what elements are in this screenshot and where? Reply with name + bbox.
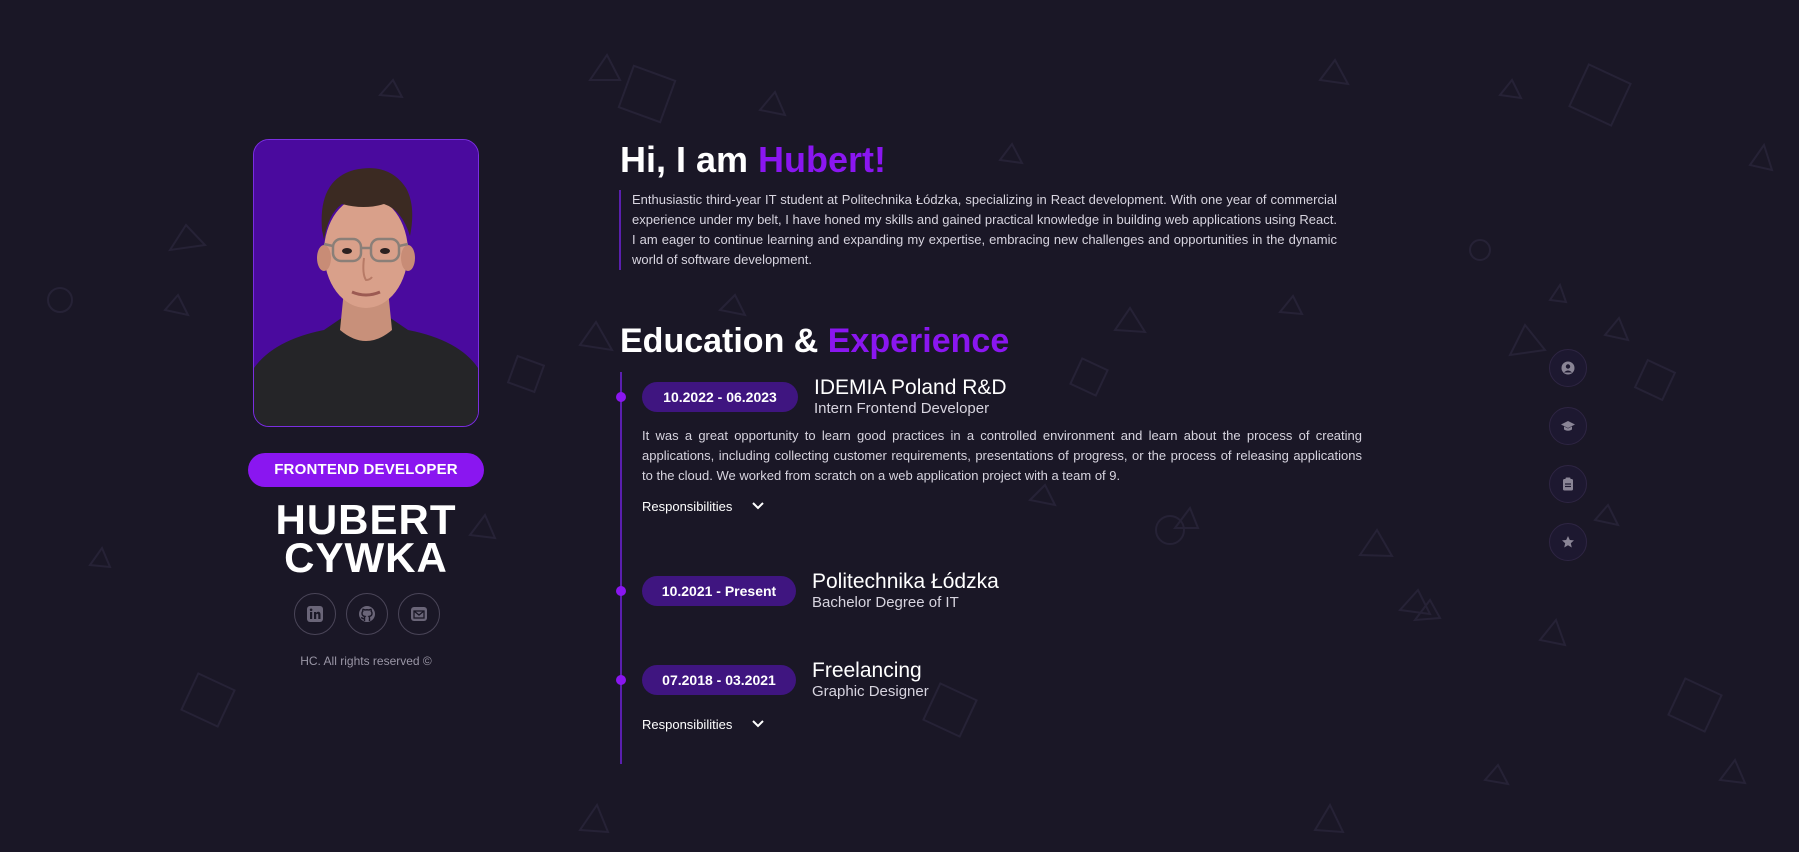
avatar — [254, 140, 478, 426]
chevron-down-icon — [752, 720, 765, 728]
nav-education-button[interactable] — [1549, 407, 1587, 445]
timeline-role: Bachelor Degree of IT — [812, 594, 959, 611]
profile-photo — [253, 139, 479, 427]
nav-about-button[interactable] — [1549, 349, 1587, 387]
timeline-org: Freelancing — [812, 659, 922, 682]
section-title: Education & Experience — [620, 319, 1009, 363]
timeline-dot — [616, 675, 626, 685]
hero-name: Hubert! — [758, 139, 887, 180]
github-button[interactable] — [346, 593, 388, 635]
role-badge: FRONTEND DEVELOPER — [248, 453, 484, 487]
section-title-start: Education & — [620, 322, 828, 360]
responsibilities-toggle[interactable]: Responsibilities — [642, 714, 765, 734]
linkedin-button[interactable] — [294, 593, 336, 635]
timeline-dot — [616, 586, 626, 596]
timeline-description: It was a great opportunity to learn good… — [642, 428, 1362, 483]
hero-title: Hi, I am Hubert! — [620, 138, 886, 182]
timeline-role: Graphic Designer — [812, 683, 929, 700]
timeline-role: Intern Frontend Developer — [814, 400, 990, 417]
star-icon — [1562, 536, 1574, 548]
hero-greeting: Hi, I am — [620, 139, 759, 180]
social-links — [246, 593, 486, 635]
responsibilities-toggle[interactable]: Responsibilities — [642, 496, 765, 516]
user-icon — [1561, 361, 1575, 375]
timeline-org: Politechnika Łódzka — [812, 570, 999, 593]
timeline-date: 10.2021 - Present — [642, 576, 796, 606]
about-text: Enthusiastic third-year IT student at Po… — [619, 190, 1337, 270]
clipboard-icon — [1563, 477, 1573, 491]
mail-icon — [411, 607, 427, 621]
graduation-cap-icon — [1561, 421, 1575, 431]
nav-skills-button[interactable] — [1549, 523, 1587, 561]
email-button[interactable] — [398, 593, 440, 635]
responsibilities-label: Responsibilities — [642, 716, 733, 732]
last-name: CYWKA — [284, 534, 448, 581]
nav-projects-button[interactable] — [1549, 465, 1587, 503]
timeline-line — [620, 372, 622, 764]
github-icon — [359, 606, 375, 622]
linkedin-icon — [307, 606, 323, 622]
section-title-accent: Experience — [827, 322, 1010, 360]
timeline-org: IDEMIA Poland R&D — [814, 376, 1007, 399]
timeline-date: 07.2018 - 03.2021 — [642, 665, 796, 695]
copyright-text: HC. All rights reserved © — [300, 654, 432, 668]
responsibilities-label: Responsibilities — [642, 498, 733, 514]
timeline-dot — [616, 392, 626, 402]
chevron-down-icon — [752, 502, 765, 510]
timeline-date: 10.2022 - 06.2023 — [642, 382, 798, 412]
